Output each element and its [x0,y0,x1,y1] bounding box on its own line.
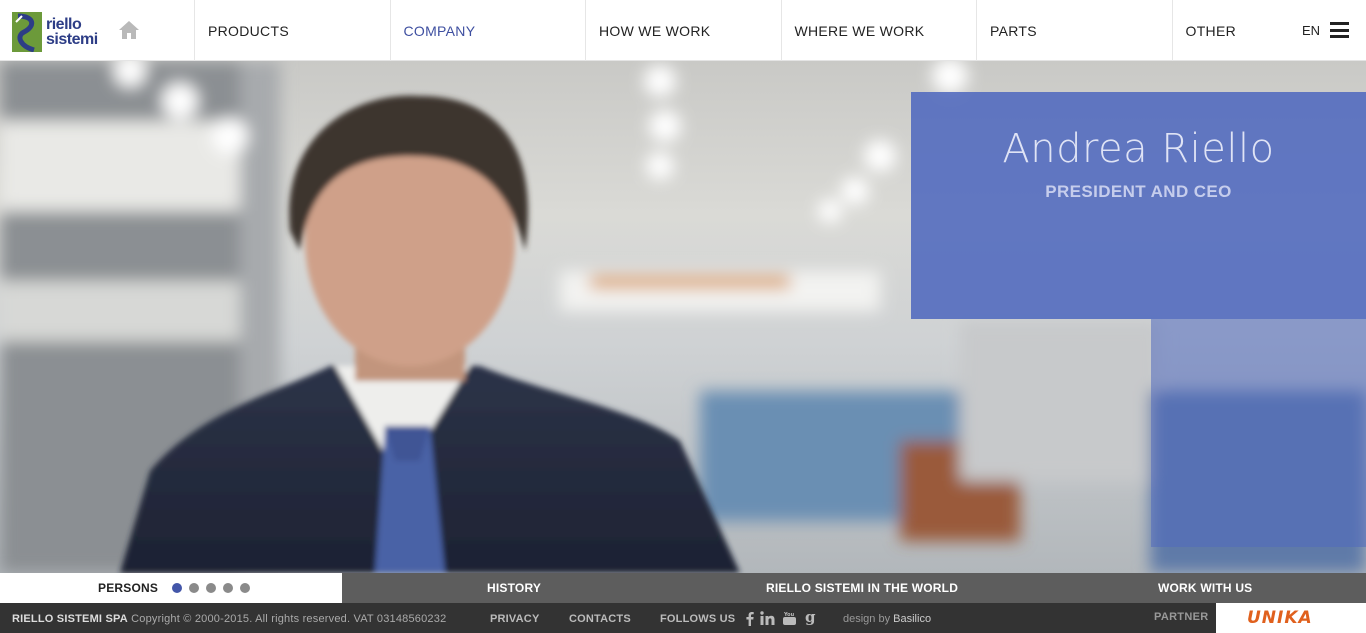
logo-text-line2: sistemi [46,31,98,48]
site-footer: RIELLO SISTEMI SPA Copyright © 2000-2015… [0,603,1366,633]
nav-company[interactable]: COMPANY [389,0,586,61]
riello-sistemi-logo[interactable]: riello sistemi [12,10,106,54]
youtube-icon[interactable]: You [780,608,798,628]
slide-pagination [172,583,257,593]
menu-icon[interactable] [1330,22,1349,38]
nav-products[interactable]: PRODUCTS [194,0,390,61]
design-credit: design by Basilico [843,613,931,625]
partner-label: PARTNER [1154,611,1209,623]
nav-parts[interactable]: PARTS [976,0,1172,61]
svg-text:You: You [783,612,795,618]
subnav-persons-label: PERSONS [98,581,159,595]
design-prefix: design by [843,613,891,625]
info-panel-decoration [1151,319,1366,547]
contacts-link[interactable]: CONTACTS [569,613,631,625]
svg-text:g: g [805,610,816,626]
section-subnav: PERSONS HISTORY RIELLO SISTEMI IN THE WO… [0,573,1366,603]
nav-where-we-work[interactable]: WHERE WE WORK [780,0,977,61]
slide-dot-1[interactable] [172,583,183,593]
person-role: PRESIDENT AND CEO [1045,182,1232,201]
home-icon[interactable] [118,20,140,40]
footer-copyright: Copyright © 2000-2015. All rights reserv… [131,613,447,625]
unika-logo[interactable]: UNIKA [1247,608,1313,628]
footer-company: RIELLO SISTEMI SPA [12,613,128,625]
slide-dot-5[interactable] [240,583,251,593]
privacy-link[interactable]: PRIVACY [490,613,539,625]
designer-link[interactable]: Basilico [893,613,931,625]
slide-dot-3[interactable] [206,583,217,593]
slide-dot-2[interactable] [189,583,200,593]
language-selector[interactable]: EN [1302,23,1320,38]
nav-how-we-work[interactable]: HOW WE WORK [585,0,781,61]
person-name: Andrea Riello [1002,126,1275,172]
logo-text-line1: riello [46,16,82,33]
subnav-persons[interactable]: PERSONS [0,573,342,603]
logo-mark-icon [12,12,42,53]
slide-dot-4[interactable] [223,583,234,593]
google-plus-icon[interactable]: g [801,608,819,628]
copyright-text: RIELLO SISTEMI SPA Copyright © 2000-2015… [12,613,446,625]
hero-slide: Andrea Riello PRESIDENT AND CEO [0,61,1366,573]
main-nav: PRODUCTS COMPANY HOW WE WORK WHERE WE WO… [194,0,1366,61]
person-info-panel: Andrea Riello PRESIDENT AND CEO [911,92,1366,319]
follow-us-label: FOLLOWS US [660,613,736,625]
facebook-icon[interactable] [740,608,758,628]
site-header: riello sistemi PRODUCTS COMPANY HOW WE W… [0,0,1366,61]
subnav-work-with-us[interactable]: WORK WITH US [1158,573,1252,603]
subnav-history[interactable]: HISTORY [487,573,541,603]
linkedin-icon[interactable] [758,608,776,628]
subnav-in-the-world[interactable]: RIELLO SISTEMI IN THE WORLD [766,573,958,603]
